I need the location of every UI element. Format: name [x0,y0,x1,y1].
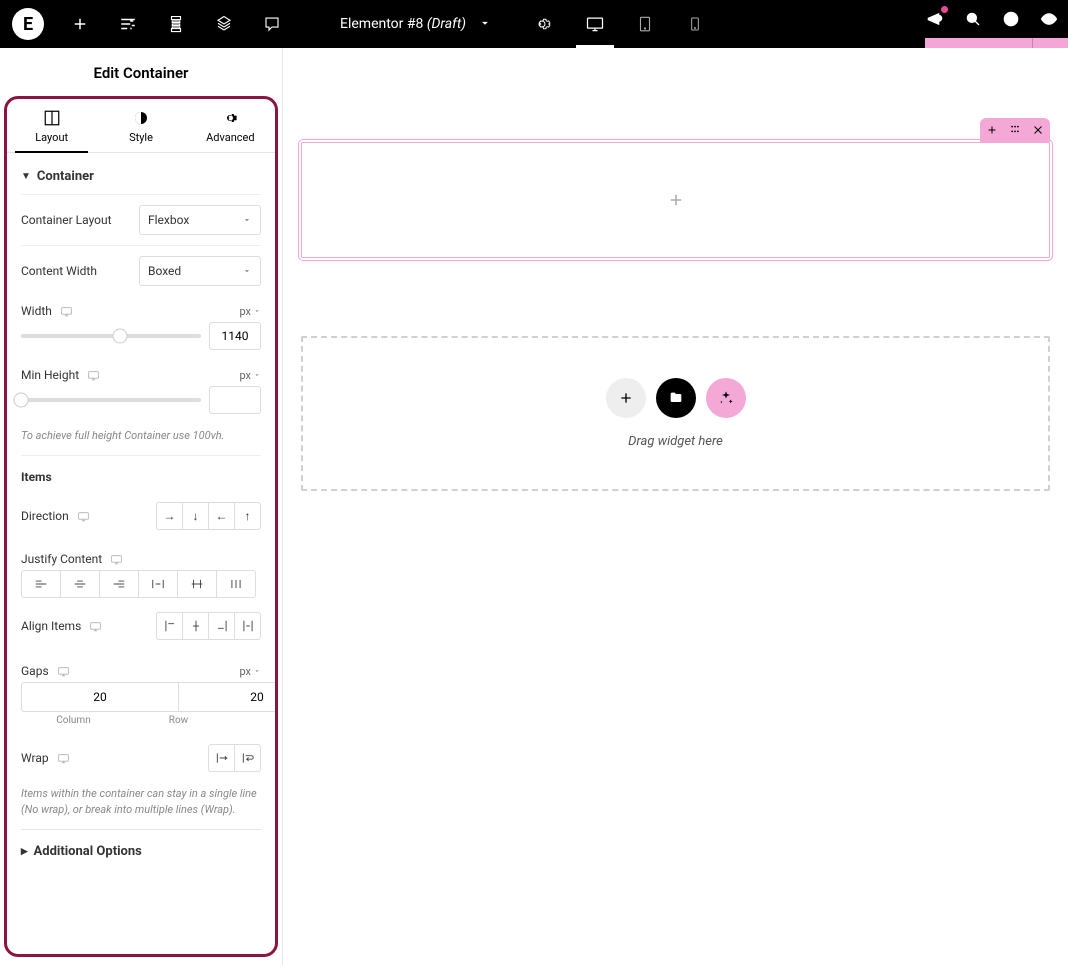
wrap-nowrap[interactable] [208,744,235,772]
gaps-unit-select[interactable]: px [239,665,261,678]
tab-advanced[interactable]: Advanced [186,99,275,152]
additional-options-toggle[interactable]: ▸Additional Options [21,829,261,873]
min-height-input[interactable] [209,386,261,414]
min-height-slider[interactable] [21,398,201,402]
drop-area[interactable]: Drag widget here [301,336,1050,491]
justify-center[interactable] [60,570,100,598]
justify-choices [21,570,261,598]
content-width-label: Content Width [21,264,97,278]
whats-new-icon[interactable] [916,0,954,38]
canvas[interactable]: Drag widget here [283,48,1068,965]
drag-handle-icon[interactable] [1008,121,1022,140]
mobile-device-button[interactable] [670,0,720,48]
add-section-icon[interactable] [986,121,998,140]
ai-button[interactable] [706,378,746,418]
container-layout-label: Container Layout [21,213,112,227]
direction-column[interactable]: ↓ [182,502,209,530]
tab-style[interactable]: Style [96,99,185,152]
justify-end[interactable] [99,570,139,598]
direction-column-reverse[interactable]: ↑ [234,502,261,530]
finder-icon[interactable] [954,0,992,38]
direction-label: Direction [21,509,90,523]
top-bar: E Elementor #8 (Draft) Publish [0,0,1068,48]
min-height-unit-select[interactable]: px [239,369,261,382]
add-widget-button[interactable] [606,378,646,418]
content-width-select[interactable]: Boxed [139,256,261,286]
desktop-device-button[interactable] [570,0,620,48]
drop-text: Drag widget here [628,434,723,449]
width-slider[interactable] [21,334,201,338]
wrap-choices [208,744,261,772]
min-height-hint: To achieve full height Container use 100… [21,424,261,455]
wrap-hint: Items within the container can stay in a… [21,782,261,829]
gap-row-input[interactable] [179,682,275,712]
tab-layout[interactable]: Layout [7,99,96,152]
align-center[interactable] [182,612,209,640]
gap-column-input[interactable] [21,682,179,712]
help-icon[interactable] [992,0,1030,38]
justify-space-around[interactable] [177,570,217,598]
panel-tabs: Layout Style Advanced [7,99,275,153]
add-icon[interactable] [667,191,685,209]
tablet-device-button[interactable] [620,0,670,48]
justify-space-between[interactable] [138,570,178,598]
items-subheader: Items [21,455,261,492]
direction-row[interactable]: → [156,502,183,530]
align-choices [156,612,261,640]
align-stretch[interactable] [234,612,261,640]
site-settings-icon[interactable] [104,0,152,48]
gaps-label: Gaps [21,664,70,678]
justify-label: Justify Content [21,552,123,566]
align-items-label: Align Items [21,619,102,633]
selected-container[interactable] [301,142,1050,258]
width-unit-select[interactable]: px [239,305,261,318]
wrap-wrap[interactable] [234,744,261,772]
gap-column-caption: Column [21,712,126,726]
responsive-switcher [570,0,720,48]
page-settings-icon[interactable] [518,0,566,48]
section-container-toggle[interactable]: ▼Container [21,153,261,194]
chevron-down-icon[interactable] [478,15,492,34]
wrap-label: Wrap [21,751,70,765]
notes-icon[interactable] [248,0,296,48]
element-handle[interactable] [980,118,1050,142]
gap-row-caption: Row [126,712,231,726]
document-title: Elementor #8 (Draft) [340,16,466,32]
align-end[interactable] [208,612,235,640]
add-element-icon[interactable] [56,0,104,48]
template-library-button[interactable] [656,378,696,418]
justify-space-evenly[interactable] [216,570,256,598]
direction-row-reverse[interactable]: ← [208,502,235,530]
preview-icon[interactable] [1030,0,1068,38]
width-input[interactable] [209,322,261,350]
structure-icon[interactable] [152,0,200,48]
align-start[interactable] [156,612,183,640]
close-icon[interactable] [1032,121,1044,140]
justify-start[interactable] [21,570,61,598]
history-icon[interactable] [200,0,248,48]
container-layout-select[interactable]: Flexbox [139,205,261,235]
min-height-label: Min Height [21,368,100,382]
direction-choices: → ↓ ← ↑ [156,502,261,530]
width-label: Width [21,304,73,318]
elementor-logo[interactable]: E [12,8,44,40]
editor-sidebar: Edit Container Layout Style Advanced ▼Co… [0,48,283,965]
sidebar-title: Edit Container [0,48,282,96]
